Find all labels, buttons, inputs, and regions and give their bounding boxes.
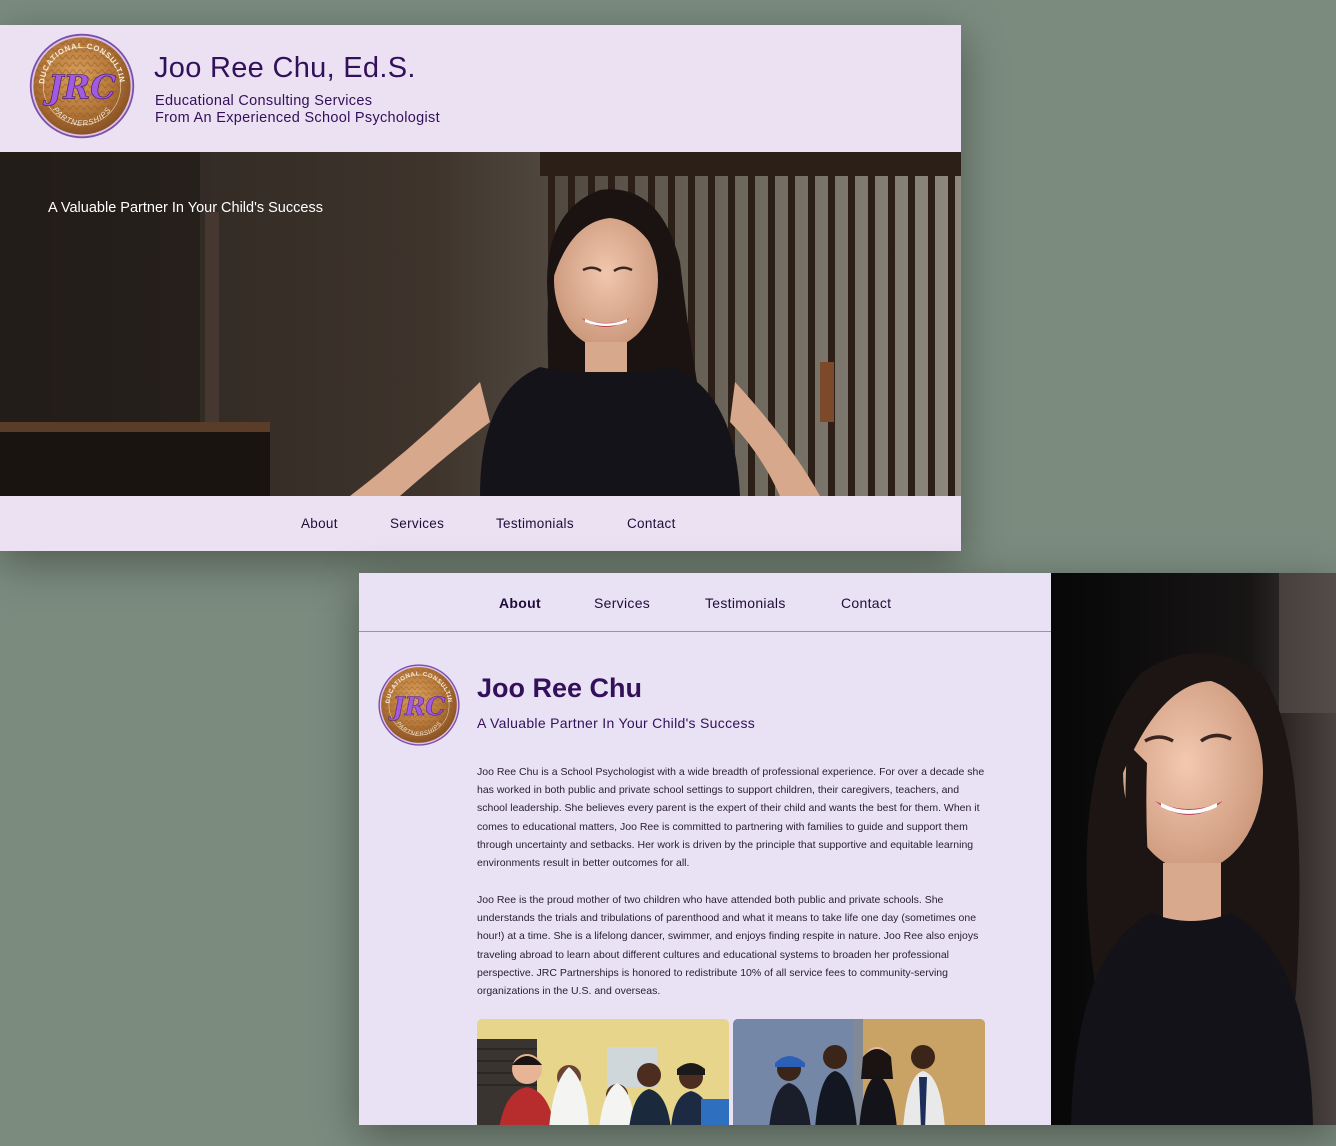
homepage-window: EDUCATIONAL CONSULTING PARTNERSHIPS JRC … <box>0 25 961 551</box>
site-title: Joo Ree Chu, Ed.S. <box>154 52 416 84</box>
site-subtitle: Educational Consulting Services From An … <box>155 93 440 127</box>
svg-text:JRC: JRC <box>42 69 116 107</box>
svg-text:JRC: JRC <box>389 691 446 721</box>
nav-about[interactable]: About <box>301 516 338 531</box>
main-nav: About Services Testimonials Contact <box>0 496 961 551</box>
about-paragraph-1: Joo Ree Chu is a School Psychologist wit… <box>477 766 985 870</box>
about-page-window: About Services Testimonials Contact DUCA… <box>359 573 1336 1125</box>
hero-tagline: A Valuable Partner In Your Child's Succe… <box>48 200 323 216</box>
gallery-photo-2 <box>733 1019 985 1125</box>
nav-contact[interactable]: Contact <box>841 595 891 611</box>
site-subtitle-line1: Educational Consulting Services <box>155 93 373 109</box>
nav-services[interactable]: Services <box>594 595 650 611</box>
about-name: Joo Ree Chu <box>477 673 643 703</box>
gallery-photo-1 <box>477 1019 729 1125</box>
about-paragraph-2: Joo Ree is the proud mother of two child… <box>477 894 979 998</box>
site-subtitle-line2: From An Experienced School Psychologist <box>155 110 440 126</box>
nav-testimonials[interactable]: Testimonials <box>705 595 786 611</box>
nav-about[interactable]: About <box>499 595 541 611</box>
nav-contact[interactable]: Contact <box>627 516 676 531</box>
site-header: EDUCATIONAL CONSULTING PARTNERSHIPS JRC … <box>0 25 961 152</box>
jrc-logo[interactable]: EDUCATIONAL CONSULTING PARTNERSHIPS JRC <box>28 32 136 140</box>
about-main: About Services Testimonials Contact DUCA… <box>359 573 1051 1125</box>
nav-testimonials[interactable]: Testimonials <box>496 516 574 531</box>
nav-services[interactable]: Services <box>390 516 444 531</box>
about-tagline: A Valuable Partner In Your Child's Succe… <box>477 715 756 731</box>
jrc-logo[interactable]: EDUCATIONAL CONSULTING PARTNERSHIPS JRC <box>377 663 461 747</box>
about-portrait-photo <box>1051 573 1336 1125</box>
hero-banner: A Valuable Partner In Your Child's Succe… <box>0 152 961 496</box>
about-nav: About Services Testimonials Contact <box>359 573 1051 632</box>
